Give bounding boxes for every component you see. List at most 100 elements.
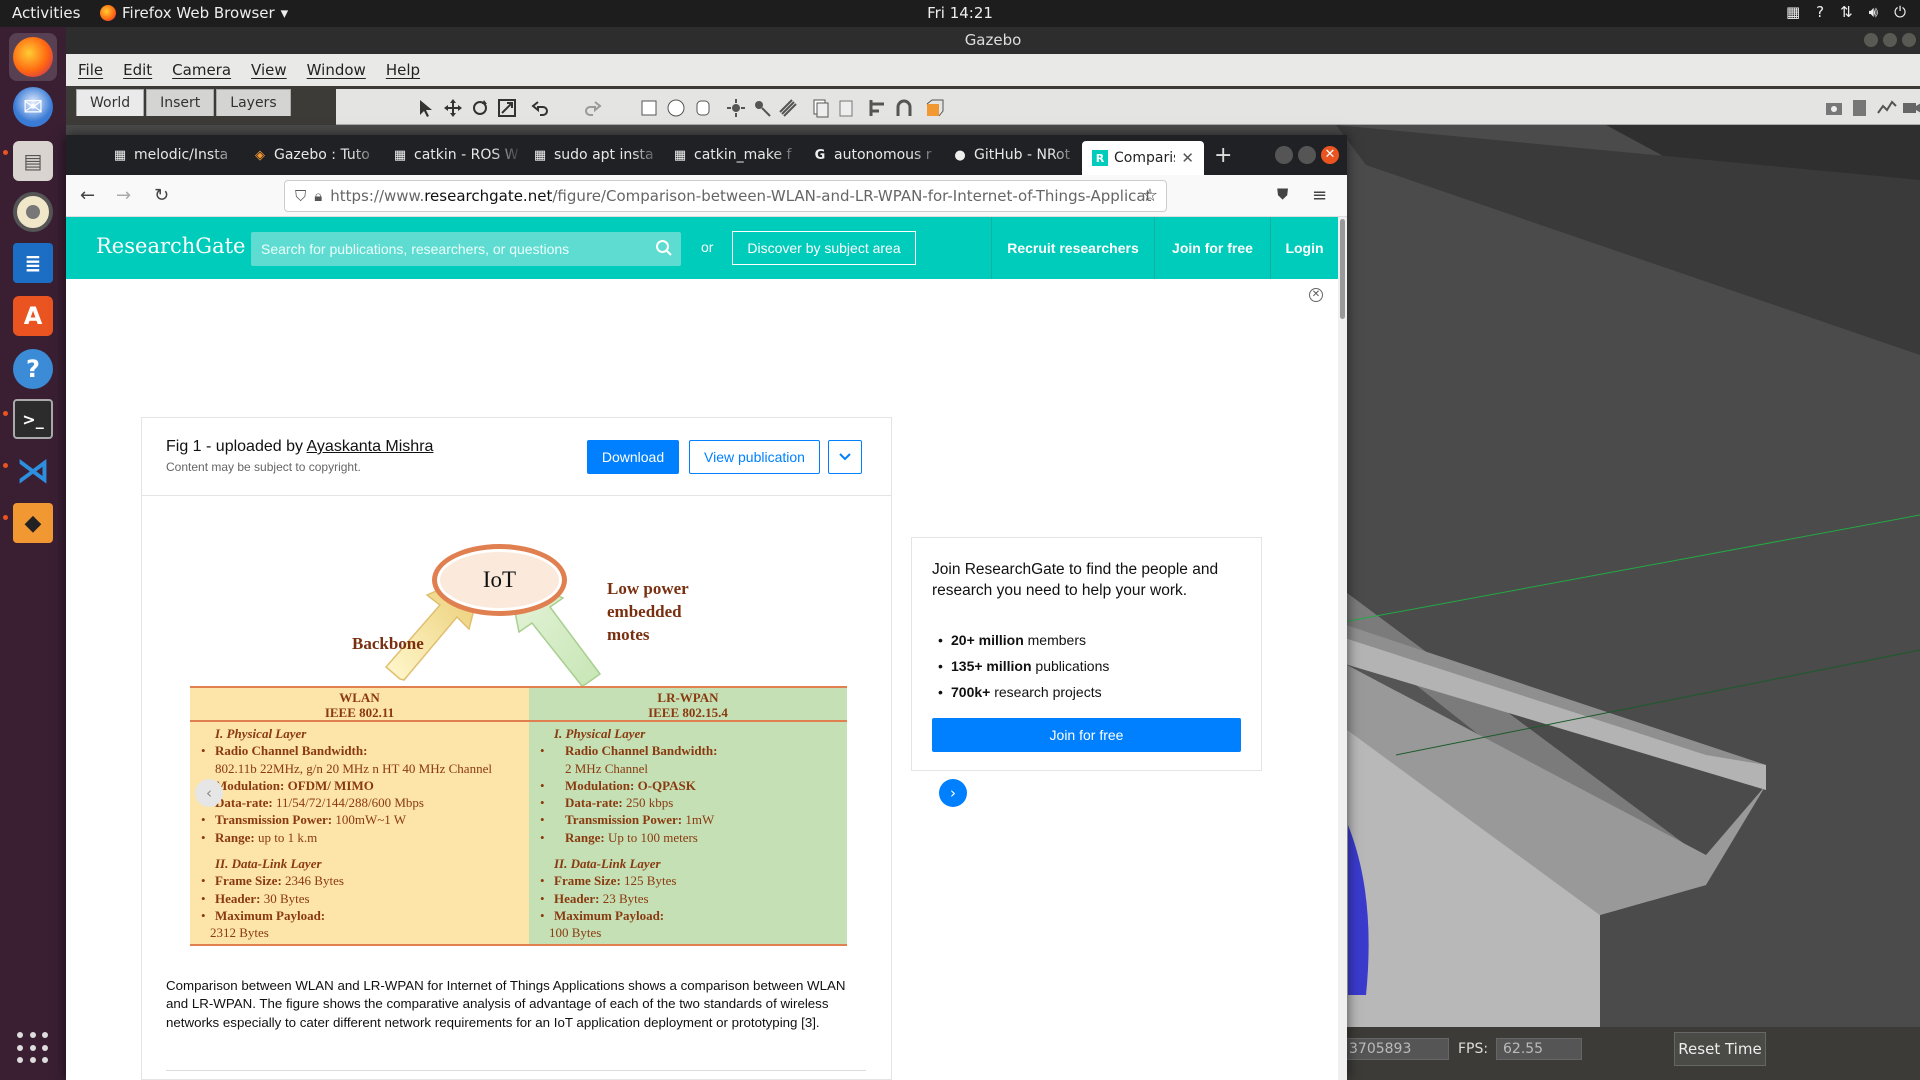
screenshot-icon[interactable] <box>1824 98 1844 118</box>
discover-button[interactable]: Discover by subject area <box>732 231 916 265</box>
forward-arrow-icon[interactable]: → <box>116 185 131 206</box>
scale-icon[interactable] <box>497 98 517 118</box>
dock-gazebo[interactable]: ◆ <box>9 499 57 547</box>
tab-layers[interactable]: Layers <box>216 89 291 116</box>
dock-files[interactable]: ▤ <box>9 137 57 185</box>
login-link[interactable]: Login <box>1270 217 1338 279</box>
download-button[interactable]: Download <box>587 440 679 474</box>
join-for-free-button[interactable]: Join for free <box>932 718 1241 752</box>
keyboard-icon[interactable]: ▦ <box>1786 3 1800 21</box>
search-input[interactable] <box>251 232 641 266</box>
reload-icon[interactable]: ↻ <box>154 185 169 206</box>
back-arrow-icon[interactable]: ← <box>80 185 95 206</box>
browser-tab[interactable]: ▦ sudo apt insta <box>522 135 662 175</box>
redo-icon[interactable] <box>582 98 602 118</box>
rotate-icon[interactable] <box>470 98 490 118</box>
show-applications-icon[interactable] <box>17 1032 49 1064</box>
app-menu[interactable]: Firefox Web Browser ▾ <box>100 4 288 22</box>
network-icon[interactable]: ⇅ <box>1840 3 1853 21</box>
point-light-icon[interactable] <box>726 98 746 118</box>
menu-edit[interactable]: Edit <box>123 61 152 79</box>
sphere-shape-icon[interactable] <box>666 98 686 118</box>
directional-light-icon[interactable] <box>778 98 798 118</box>
search-icon[interactable] <box>655 239 673 257</box>
view-publication-button[interactable]: View publication <box>689 440 820 474</box>
url-bar[interactable]: ⛉ 🔒︎ https://www.researchgate.net/figure… <box>284 180 1167 212</box>
browser-tab[interactable]: ● GitHub - NRot <box>942 135 1082 175</box>
paste-icon[interactable] <box>836 98 856 118</box>
browser-tab[interactable]: ▦ catkin - ROS W <box>382 135 522 175</box>
lock-icon[interactable]: 🔒︎ <box>314 187 322 205</box>
menu-help[interactable]: Help <box>386 61 420 79</box>
translate-icon[interactable] <box>443 98 463 118</box>
browser-tab[interactable]: ▦ melodic/Insta <box>102 135 242 175</box>
copy-icon[interactable] <box>810 98 830 118</box>
more-options-button[interactable] <box>828 440 862 474</box>
join-link[interactable]: Join for free <box>1154 217 1270 279</box>
dock-terminal[interactable]: >_ <box>9 395 57 443</box>
video-record-icon[interactable] <box>1902 98 1920 118</box>
stat-label: members <box>1023 632 1086 648</box>
minimize-button[interactable] <box>1864 33 1878 47</box>
hamburger-menu-icon[interactable]: ≡ <box>1312 185 1327 206</box>
dock-rhythmbox[interactable] <box>9 188 57 236</box>
dock-writer[interactable]: ≣ <box>9 239 57 287</box>
menu-window[interactable]: Window <box>307 61 366 79</box>
power-icon[interactable]: ⏻ <box>1894 3 1906 21</box>
snap-icon[interactable] <box>894 98 914 118</box>
recruit-researchers-link[interactable]: Recruit researchers <box>991 217 1154 279</box>
browser-tab-active[interactable]: R Comparison ✕ <box>1082 141 1204 175</box>
dock-firefox[interactable] <box>9 33 57 81</box>
list-item: Header: 30 Bytes <box>200 890 529 908</box>
maximize-button[interactable] <box>1298 146 1316 164</box>
close-ad-icon[interactable]: ✕ <box>1309 288 1323 302</box>
box-shape-icon[interactable] <box>639 98 659 118</box>
browser-tab[interactable]: ▦ catkin_make f <box>662 135 802 175</box>
new-tab-button[interactable]: + <box>1214 143 1232 168</box>
author-link[interactable]: Ayaskanta Mishra <box>307 438 434 455</box>
rg-search-box[interactable] <box>251 232 681 266</box>
menu-view[interactable]: View <box>251 61 287 79</box>
log-icon[interactable] <box>1850 98 1870 118</box>
running-indicator <box>3 150 8 155</box>
clock[interactable]: Fri 14:21 <box>927 4 993 22</box>
maximize-button[interactable] <box>1883 33 1897 47</box>
join-stats-list: 20+ million members 135+ million publica… <box>938 627 1109 705</box>
align-icon[interactable] <box>868 98 888 118</box>
undo-icon[interactable] <box>531 98 551 118</box>
close-button[interactable] <box>1902 33 1916 47</box>
tracking-shield-icon[interactable]: ⛉ <box>295 187 306 205</box>
tab-world[interactable]: World <box>76 89 145 116</box>
volume-icon[interactable]: 🔊︎ <box>1869 3 1878 21</box>
plot-icon[interactable] <box>1877 98 1897 118</box>
change-view-icon[interactable] <box>925 98 945 118</box>
browser-tab[interactable]: ◈ Gazebo : Tuto <box>242 135 382 175</box>
close-tab-icon[interactable]: ✕ <box>1181 149 1194 167</box>
minimize-button[interactable] <box>1275 146 1293 164</box>
dock-help[interactable]: ? <box>9 345 57 393</box>
previous-figure-button[interactable]: ‹ <box>195 779 223 807</box>
pocket-icon[interactable]: ⛊ <box>1277 185 1288 203</box>
wlan-column: WLAN IEEE 802.11 I. Physical Layer Radio… <box>190 688 529 944</box>
dock-thunderbird[interactable]: ✉ <box>9 83 57 131</box>
dock-vscode[interactable]: ⋊ <box>9 447 57 495</box>
close-window-button[interactable]: ✕ <box>1321 146 1339 164</box>
spot-light-icon[interactable] <box>752 98 772 118</box>
next-figure-button[interactable]: › <box>939 779 967 807</box>
activities-button[interactable]: Activities <box>12 4 80 22</box>
cylinder-shape-icon[interactable] <box>693 98 713 118</box>
bookmark-star-icon[interactable]: ☆ <box>1142 185 1158 206</box>
help-icon[interactable]: ? <box>1816 3 1824 21</box>
dock-software[interactable]: A <box>9 292 57 340</box>
select-arrow-icon[interactable] <box>416 98 436 118</box>
figure-card: Fig 1 - uploaded by Ayaskanta Mishra Con… <box>141 417 892 1080</box>
menu-file[interactable]: File <box>78 61 103 79</box>
tab-insert[interactable]: Insert <box>146 89 215 116</box>
rg-logo[interactable]: ResearchGate <box>96 234 245 258</box>
list-item: Radio Channel Bandwidth: <box>539 742 847 760</box>
browser-tab[interactable]: G autonomous r <box>802 135 942 175</box>
menu-camera[interactable]: Camera <box>172 61 231 79</box>
page-scrollbar[interactable] <box>1338 217 1347 1080</box>
reset-time-button[interactable]: Reset Time <box>1674 1032 1766 1066</box>
system-tray[interactable]: ▦ ? ⇅ 🔊︎ ⏻ <box>1786 3 1906 21</box>
